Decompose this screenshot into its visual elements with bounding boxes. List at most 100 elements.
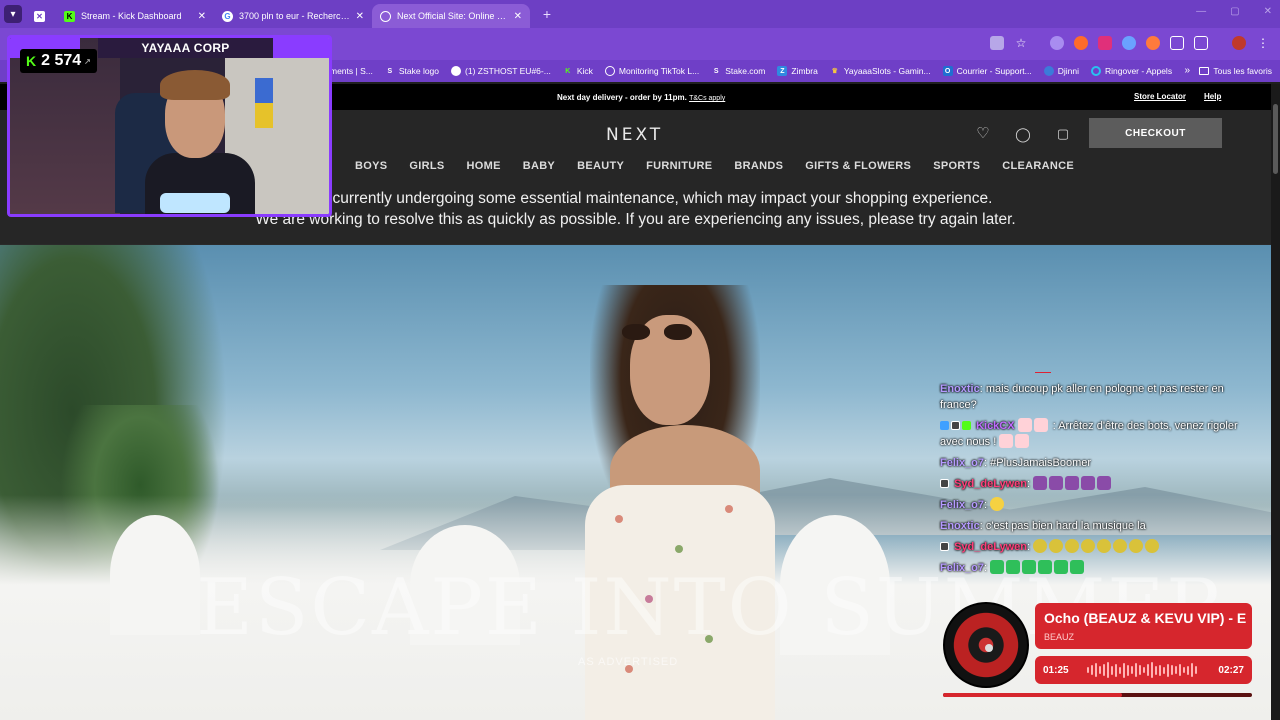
- close-window-icon[interactable]: ✕: [1264, 6, 1272, 17]
- bookmark-item[interactable]: (1) ZSTHOST EU#6-...: [451, 66, 551, 76]
- sidebar-icon[interactable]: [1194, 36, 1208, 50]
- tab-bar: ▾ ✕ K Stream - Kick Dashboard ✕ G 3700 p…: [0, 0, 1280, 28]
- chat-message: Enoxtic: c'est pas bien hard la musique …: [940, 518, 1260, 534]
- site-logo[interactable]: NEXT: [606, 125, 663, 145]
- chat-divider: [1035, 372, 1051, 373]
- bookmark-item[interactable]: Z Zimbra: [777, 66, 818, 76]
- bookmark-label: Djinni: [1057, 66, 1079, 76]
- nav-item-clearance[interactable]: CLEARANCE: [1002, 160, 1074, 172]
- checkout-button[interactable]: CHECKOUT: [1089, 118, 1222, 148]
- chat-username: Felix_o7: [940, 562, 985, 574]
- tab-label: Stream - Kick Dashboard: [81, 11, 182, 21]
- scroll-thumb[interactable]: [1273, 104, 1278, 174]
- chat-text: :: [984, 562, 988, 574]
- globe-icon: [380, 10, 391, 22]
- bookmark-item[interactable]: Ringover - Appels: [1090, 66, 1172, 76]
- stake-icon: [940, 542, 949, 551]
- apps-icon: ✕: [34, 10, 45, 22]
- puzzle-icon[interactable]: [1170, 36, 1184, 50]
- extension-icon[interactable]: [1146, 36, 1160, 50]
- emote-icon: [1054, 560, 1069, 574]
- store-locator-link[interactable]: Store Locator: [1134, 92, 1186, 101]
- close-icon[interactable]: ✕: [356, 11, 364, 22]
- channel-name: YAYAAA CORP: [98, 38, 273, 58]
- nav-item-furniture[interactable]: FURNITURE: [646, 160, 712, 172]
- bookmark-item[interactable]: S Stake logo: [385, 66, 440, 76]
- nav-item-home[interactable]: HOME: [467, 160, 501, 172]
- emote-icon: [1049, 476, 1064, 490]
- bookmark-label: Stake.com: [725, 66, 766, 76]
- song-info: Ocho (BEAUZ & KEVU VIP) - E BEAUZ: [1035, 603, 1252, 649]
- bookmark-item[interactable]: K Kick: [563, 66, 593, 76]
- nav-item-girls[interactable]: GIRLS: [409, 160, 444, 172]
- chat-username: Felix_o7: [940, 499, 985, 511]
- bookmark-item[interactable]: O Courrier - Support...: [942, 66, 1032, 76]
- tab-search-icon[interactable]: ▾: [4, 5, 22, 23]
- tab-kick-dashboard[interactable]: K Stream - Kick Dashboard ✕: [56, 4, 214, 28]
- bag-icon[interactable]: ▢: [1055, 126, 1071, 142]
- extension-icon[interactable]: [1050, 36, 1064, 50]
- circle-icon: [451, 66, 462, 76]
- nav-item-boys[interactable]: BOYS: [355, 160, 387, 172]
- promo-terms-link[interactable]: T&Cs apply: [689, 95, 725, 102]
- extension-icon[interactable]: [1098, 36, 1112, 50]
- emote-icon: [1015, 434, 1030, 448]
- globe-icon: [604, 66, 615, 76]
- chat-username: Syd_deLywen: [954, 541, 1028, 553]
- nav-item-baby[interactable]: BABY: [523, 160, 555, 172]
- song-time: 01:25 02:27: [1035, 656, 1252, 684]
- kick-icon: [962, 421, 971, 430]
- emote-icon: [990, 497, 1005, 511]
- close-icon[interactable]: ✕: [514, 11, 522, 22]
- nav-item-gifts-flowers[interactable]: GIFTS & FLOWERS: [805, 160, 911, 172]
- stake-icon: [940, 479, 949, 488]
- trend-icon: ↗: [84, 56, 91, 66]
- chat-message: Syd_deLywen:: [940, 476, 1260, 492]
- help-link[interactable]: Help: [1204, 92, 1221, 101]
- star-icon[interactable]: ☆: [1014, 36, 1028, 50]
- emote-icon: [1033, 539, 1048, 553]
- emote-icon: [1129, 539, 1144, 553]
- bookmark-item[interactable]: S Stake.com: [711, 66, 766, 76]
- heart-icon[interactable]: ♡: [975, 126, 991, 142]
- chevron-right-icon[interactable]: »: [1184, 65, 1190, 76]
- vinyl-icon: [943, 602, 1029, 688]
- nav-item-beauty[interactable]: BEAUTY: [577, 160, 624, 172]
- bookmark-item[interactable]: Monitoring TikTok L...: [604, 66, 699, 76]
- page-scrollbar[interactable]: [1271, 84, 1280, 720]
- song-progress-fill: [943, 693, 1123, 697]
- new-tab-icon[interactable]: +: [538, 6, 556, 22]
- profile-avatar[interactable]: [1232, 36, 1246, 50]
- all-bookmarks[interactable]: Tous les favoris: [1199, 66, 1272, 76]
- minimize-icon[interactable]: —: [1196, 6, 1206, 17]
- promo-message: Next day delivery - order by 11pm. T&Cs …: [557, 93, 725, 102]
- bookmark-label: Courrier - Support...: [956, 66, 1032, 76]
- bookmark-label: YayaaaSlots - Gamin...: [843, 66, 931, 76]
- zimbra-icon: Z: [777, 66, 788, 76]
- chat-username: Enoxtic: [940, 520, 980, 532]
- close-icon[interactable]: ✕: [198, 11, 206, 22]
- folder-icon: [1199, 67, 1210, 75]
- extension-icon[interactable]: [1074, 36, 1088, 50]
- emote-icon: [1017, 418, 1032, 432]
- tab-apps[interactable]: ✕: [28, 4, 56, 28]
- maximize-icon[interactable]: ▢: [1230, 6, 1239, 17]
- bookmark-item[interactable]: Djinni: [1043, 66, 1079, 76]
- nav-item-sports[interactable]: SPORTS: [933, 160, 980, 172]
- tab-label: 3700 pln to eur - Recherche Go: [239, 11, 352, 21]
- extension-icon[interactable]: [1122, 36, 1136, 50]
- bookmark-item[interactable]: ♛ YayaaaSlots - Gamin...: [830, 66, 931, 76]
- chat-message: Felix_o7:: [940, 497, 1260, 513]
- emote-icon: [999, 434, 1014, 448]
- tab-next-site[interactable]: Next Official Site: Online Fashio ✕: [372, 4, 530, 28]
- viewer-count-badge: K 2 574 ↗: [20, 49, 97, 73]
- nav-item-brands[interactable]: BRANDS: [734, 160, 783, 172]
- account-icon[interactable]: ◯: [1015, 126, 1031, 142]
- elapsed-time: 01:25: [1043, 665, 1069, 676]
- menu-dots-icon[interactable]: ⋮: [1256, 36, 1270, 50]
- bookmark-item[interactable]: ments | S...: [330, 66, 373, 76]
- extension-icons: ☆ ⋮: [990, 36, 1270, 50]
- tab-google-search[interactable]: G 3700 pln to eur - Recherche Go ✕: [214, 4, 372, 28]
- translate-icon[interactable]: [990, 36, 1004, 50]
- emote-icon: [1022, 560, 1037, 574]
